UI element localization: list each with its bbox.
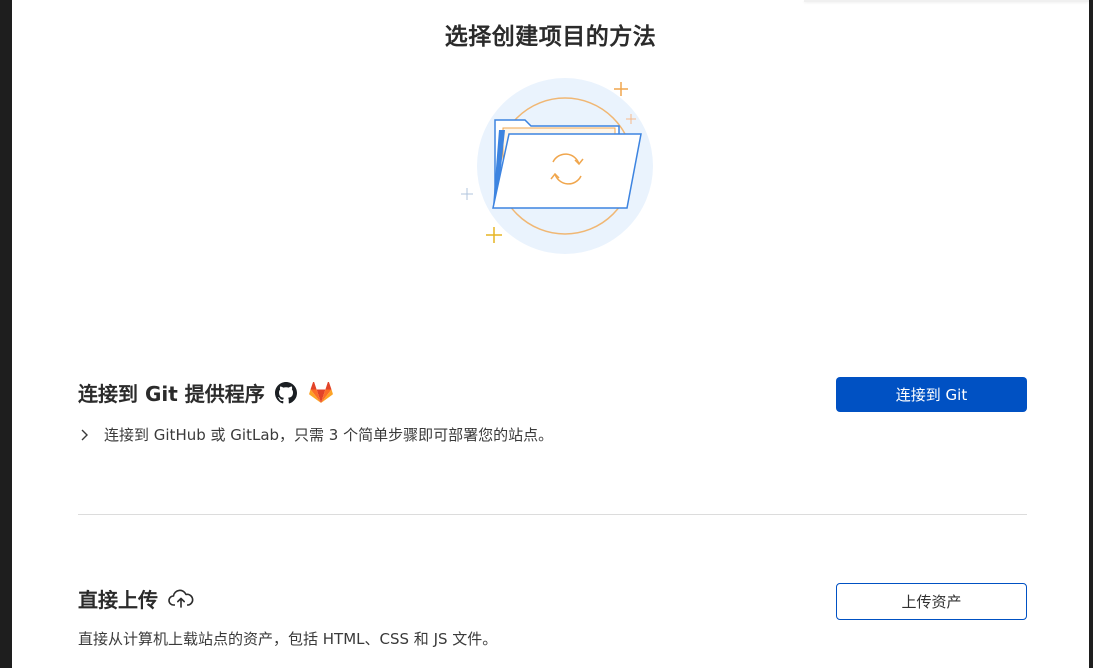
cloud-upload-icon bbox=[168, 589, 194, 609]
gitlab-icon bbox=[308, 381, 333, 404]
sparkle-icon bbox=[461, 188, 473, 200]
page-title: 选择创建项目的方法 bbox=[444, 24, 657, 51]
sparkle-icon bbox=[614, 82, 628, 96]
top-edge-strip bbox=[804, 0, 1089, 2]
folder-sync-illustration-svg bbox=[461, 78, 653, 254]
git-section-description-text: 连接到 GitHub 或 GitLab，只需 3 个简单步骤即可部署您的站点。 bbox=[104, 426, 554, 444]
folder-sync-illustration bbox=[447, 70, 677, 270]
folder-front bbox=[492, 133, 642, 209]
chevron-right-icon[interactable] bbox=[78, 428, 92, 442]
upload-section-title: 直接上传 bbox=[78, 584, 194, 613]
github-icon-svg bbox=[274, 381, 297, 403]
main-panel: 选择创建项目的方法 连接到 Git 提供程序 连接到 GitHub 或 GitL… bbox=[12, 0, 1089, 668]
connect-git-button[interactable]: 连接到 Git bbox=[836, 377, 1027, 412]
section-divider bbox=[78, 514, 1027, 515]
upload-assets-button[interactable]: 上传资产 bbox=[836, 583, 1027, 620]
git-section-title: 连接到 Git 提供程序 bbox=[78, 378, 333, 407]
git-section-title-text: 连接到 Git 提供程序 bbox=[78, 382, 265, 406]
github-icon bbox=[274, 381, 297, 404]
gitlab-icon-svg bbox=[308, 381, 333, 403]
cloud-upload-icon-svg bbox=[168, 589, 194, 608]
git-section-description[interactable]: 连接到 GitHub 或 GitLab，只需 3 个简单步骤即可部署您的站点。 bbox=[78, 424, 553, 445]
upload-section-title-text: 直接上传 bbox=[78, 588, 158, 612]
sparkle-icon bbox=[486, 227, 502, 243]
upload-section-description: 直接从计算机上载站点的资产，包括 HTML、CSS 和 JS 文件。 bbox=[78, 630, 498, 648]
